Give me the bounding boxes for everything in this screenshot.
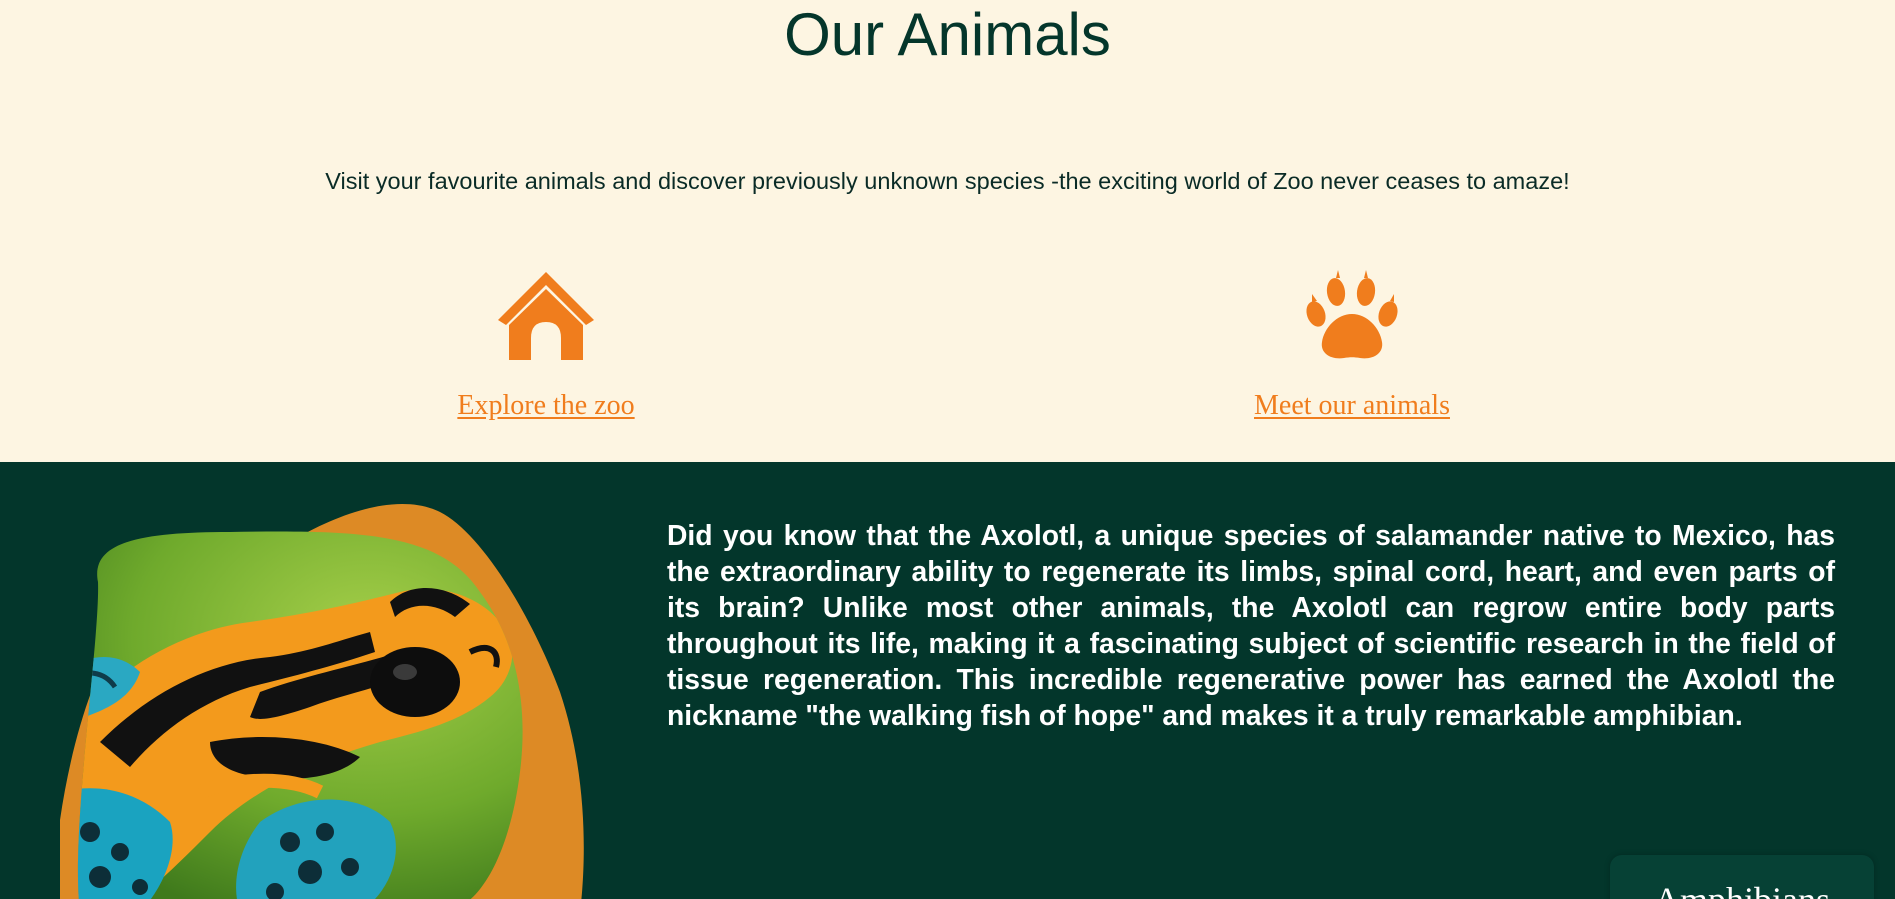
meet-animals-link[interactable]: Meet our animals <box>1254 390 1450 422</box>
frog-image <box>60 504 584 899</box>
explore-zoo-link[interactable]: Explore the zoo <box>457 390 634 422</box>
intro-section: Our Animals Visit your favourite animals… <box>0 0 1895 462</box>
meet-animals-feature: Meet our animals <box>1192 270 1512 422</box>
page-title: Our Animals <box>784 1 1111 68</box>
paw-icon <box>1306 270 1398 359</box>
amphibians-tab[interactable]: Amphibians <box>1610 855 1874 899</box>
explore-zoo-feature: Explore the zoo <box>386 270 706 422</box>
fact-text: Did you know that the Axolotl, a unique … <box>667 519 1835 731</box>
doghouse-icon <box>498 272 594 360</box>
intro-text: Visit your favourite animals and discove… <box>325 168 1570 194</box>
fact-section: Did you know that the Axolotl, a unique … <box>0 462 1895 899</box>
